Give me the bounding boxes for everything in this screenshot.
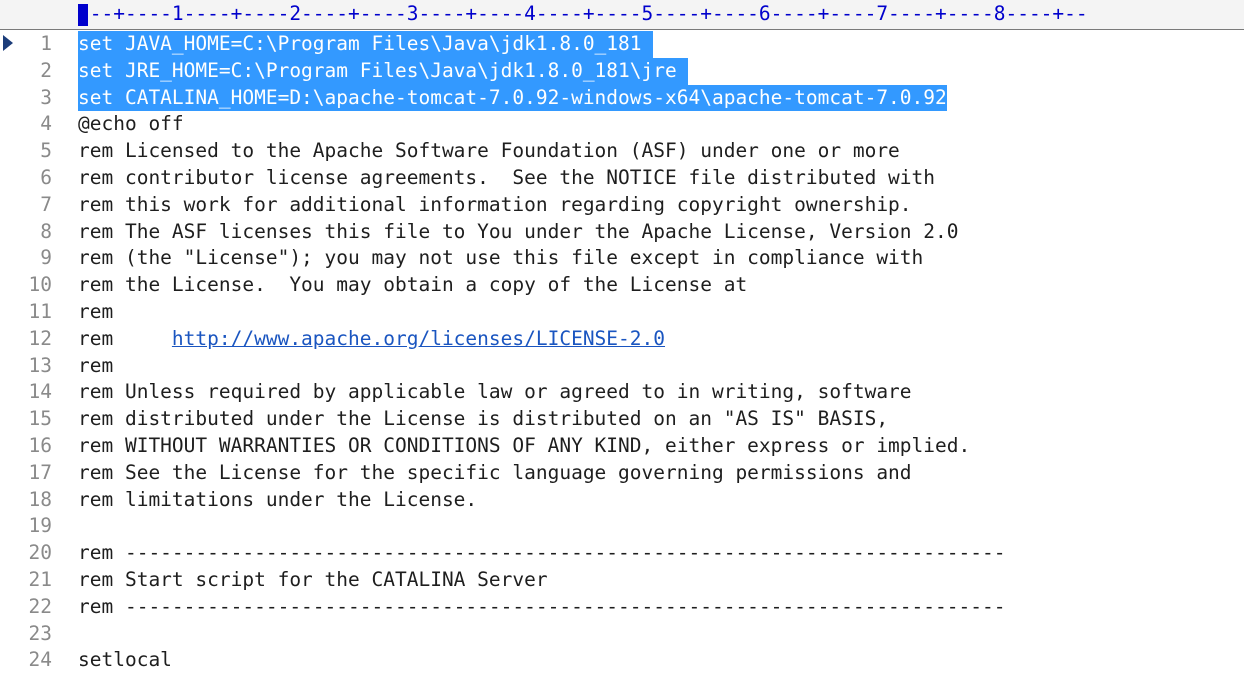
code-line[interactable]: 17 rem See the License for the specific l… <box>0 460 1244 487</box>
code-line[interactable]: 12 rem http://www.apache.org/licenses/LIC… <box>0 326 1244 353</box>
line-number: 15 <box>28 407 52 431</box>
code-line[interactable]: 14 rem Unless required by applicable law … <box>0 379 1244 406</box>
line-number: 14 <box>28 380 52 404</box>
code-text[interactable]: rem the License. You may obtain a copy o… <box>78 272 747 299</box>
line-number: 11 <box>28 299 52 323</box>
code-line[interactable]: 21 rem Start script for the CATALINA Serv… <box>0 567 1244 594</box>
code-text[interactable]: rem <box>78 353 113 380</box>
code-line[interactable]: 5 rem Licensed to the Apache Software Fou… <box>0 138 1244 165</box>
code-line[interactable]: 4 @echo off <box>0 111 1244 138</box>
code-text[interactable]: rem The ASF licenses this file to You un… <box>78 219 959 246</box>
code-text-content: rem limitations under the License. <box>78 487 478 511</box>
code-text-content: rem <box>78 299 114 323</box>
line-number: 20 <box>28 541 52 565</box>
line-number: 19 <box>28 514 52 538</box>
code-text-content: rem distributed under the License is dis… <box>78 407 889 431</box>
line-number: 5 <box>40 139 52 163</box>
code-text-content: rem ------------------------------------… <box>78 594 1006 618</box>
line-number: 3 <box>40 85 52 109</box>
code-text[interactable]: rem ------------------------------------… <box>78 540 1005 567</box>
line-number: 21 <box>28 567 52 591</box>
code-line[interactable]: 20 rem ----------------------------------… <box>0 540 1244 567</box>
line-number: 7 <box>40 192 52 216</box>
line-number: 12 <box>28 326 52 350</box>
code-text-content: rem contributor license agreements. See … <box>78 165 936 189</box>
code-line[interactable]: 3 set CATALINA_HOME=D:\apache-tomcat-7.0.… <box>0 84 1244 112</box>
code-line[interactable]: 9 rem (the "License"); you may not use th… <box>0 245 1244 272</box>
line-number: 17 <box>28 460 52 484</box>
code-text[interactable]: rem WITHOUT WARRANTIES OR CONDITIONS OF … <box>78 433 970 460</box>
code-lines[interactable]: 1 set JAVA_HOME=C:\Program Files\Java\jdk… <box>0 31 1244 674</box>
text-editor[interactable]: ---+----1----+----2----+----3----+----4-… <box>0 0 1244 678</box>
code-text[interactable]: @echo off <box>78 111 184 138</box>
line-number: 8 <box>40 219 52 243</box>
code-line[interactable]: 8 rem The ASF licenses this file to You u… <box>0 219 1244 246</box>
line-number: 13 <box>28 353 52 377</box>
code-text-content: rem WITHOUT WARRANTIES OR CONDITIONS OF … <box>78 433 971 457</box>
code-text-content: rem <box>78 326 172 350</box>
code-text[interactable]: rem (the "License"); you may not use thi… <box>78 245 923 272</box>
code-text[interactable]: rem contributor license agreements. See … <box>78 165 935 192</box>
code-text-content: rem Unless required by applicable law or… <box>78 380 912 404</box>
code-text[interactable]: rem distributed under the License is dis… <box>78 406 888 433</box>
line-number: 4 <box>40 112 52 136</box>
code-text-content: @echo off <box>78 112 184 136</box>
code-text-content: rem this work for additional information… <box>78 192 912 216</box>
code-line[interactable]: 23 <box>0 621 1244 648</box>
code-text-content: set CATALINA_HOME=D:\apache-tomcat-7.0.9… <box>78 85 947 109</box>
column-ruler: ---+----1----+----2----+----3----+----4-… <box>78 0 1244 30</box>
code-text[interactable]: rem Licensed to the Apache Software Foun… <box>78 138 900 165</box>
line-number: 2 <box>40 58 52 82</box>
code-line[interactable]: 16 rem WITHOUT WARRANTIES OR CONDITIONS O… <box>0 433 1244 460</box>
ruler-gutter <box>0 0 78 30</box>
code-text[interactable]: rem <box>78 299 113 326</box>
code-text-content: rem Licensed to the Apache Software Foun… <box>78 139 900 163</box>
code-text-content: rem the License. You may obtain a copy o… <box>78 273 748 297</box>
code-line[interactable]: 7 rem this work for additional informatio… <box>0 192 1244 219</box>
code-text[interactable]: rem ------------------------------------… <box>78 594 1005 621</box>
line-number: 24 <box>28 648 52 672</box>
code-text-content: rem Start script for the CATALINA Server <box>78 567 548 591</box>
code-text[interactable]: rem See the License for the specific lan… <box>78 460 912 487</box>
code-text-content: rem ------------------------------------… <box>78 541 1006 565</box>
code-line[interactable]: 24 setlocal <box>0 647 1244 674</box>
code-line[interactable]: 6 rem contributor license agreements. See… <box>0 165 1244 192</box>
code-text-content: rem The ASF licenses this file to You un… <box>78 219 959 243</box>
line-number: 23 <box>28 621 52 645</box>
code-text[interactable]: rem limitations under the License. <box>78 487 477 514</box>
selected-code-text[interactable]: set JAVA_HOME=C:\Program Files\Java\jdk1… <box>78 31 654 58</box>
code-line[interactable]: 1 set JAVA_HOME=C:\Program Files\Java\jdk… <box>0 31 1244 58</box>
line-number: 9 <box>40 246 52 270</box>
code-text-content: set JAVA_HOME=C:\Program Files\Java\jdk1… <box>78 32 654 55</box>
code-text-content: rem (the "License"); you may not use thi… <box>78 246 924 270</box>
code-text[interactable]: setlocal <box>78 647 172 674</box>
line-number: 16 <box>28 433 52 457</box>
code-text-content: rem <box>78 353 114 377</box>
license-link[interactable]: http://www.apache.org/licenses/LICENSE-2… <box>172 327 665 350</box>
code-text-content: setlocal <box>78 648 172 672</box>
code-line[interactable]: 2 set JRE_HOME=C:\Program Files\Java\jdk1… <box>0 57 1244 85</box>
selected-code-text[interactable]: set JRE_HOME=C:\Program Files\Java\jdk1.… <box>78 57 689 85</box>
code-text-content: set JRE_HOME=C:\Program Files\Java\jdk1.… <box>78 58 689 82</box>
code-text[interactable]: rem Start script for the CATALINA Server <box>78 567 548 594</box>
selected-code-text[interactable]: set CATALINA_HOME=D:\apache-tomcat-7.0.9… <box>78 84 947 112</box>
code-text-content: rem See the License for the specific lan… <box>78 460 912 484</box>
ruler-text: ---+----1----+----2----+----3----+----4-… <box>78 2 1088 25</box>
line-number: 1 <box>40 32 52 55</box>
line-number: 10 <box>28 273 52 297</box>
line-number: 6 <box>40 165 52 189</box>
code-line[interactable]: 18 rem limitations under the License. <box>0 487 1244 514</box>
code-line[interactable]: 13 rem <box>0 353 1244 380</box>
code-line[interactable]: 22 rem ----------------------------------… <box>0 594 1244 621</box>
code-text[interactable]: rem http://www.apache.org/licenses/LICEN… <box>78 326 665 353</box>
code-line[interactable]: 10 rem the License. You may obtain a copy… <box>0 272 1244 299</box>
line-number: 18 <box>28 487 52 511</box>
line-number: 22 <box>28 594 52 618</box>
code-line[interactable]: 19 <box>0 513 1244 540</box>
code-text[interactable]: rem Unless required by applicable law or… <box>78 379 912 406</box>
code-text[interactable]: rem this work for additional information… <box>78 192 912 219</box>
code-line[interactable]: 15 rem distributed under the License is d… <box>0 406 1244 433</box>
code-line[interactable]: 11 rem <box>0 299 1244 326</box>
